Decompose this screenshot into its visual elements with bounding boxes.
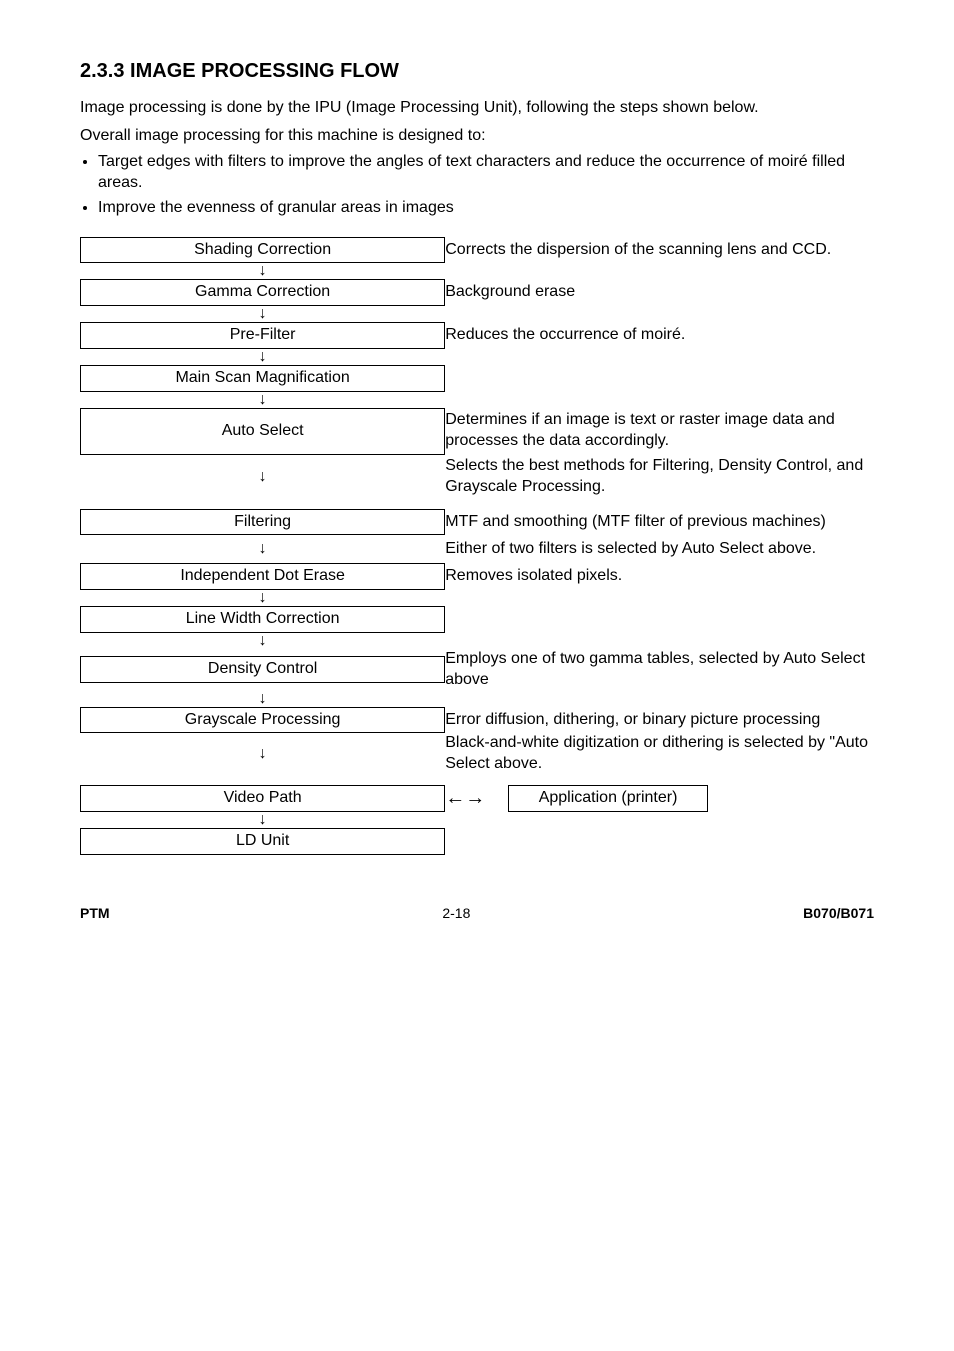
down-arrow-icon: ↓ (80, 263, 445, 279)
down-arrow-icon: ↓ (80, 590, 445, 606)
auto-select-desc: Determines if an image is text or raster… (445, 408, 874, 455)
pre-filter-box: Pre-Filter (80, 322, 445, 349)
gamma-correction-desc: Background erase (445, 279, 874, 306)
intro-paragraph-2: Overall image processing for this machin… (80, 125, 874, 147)
flow-table: Shading Correction Corrects the dispersi… (80, 237, 874, 855)
down-arrow-icon: ↓ (80, 349, 445, 365)
shading-correction-box: Shading Correction (80, 237, 445, 264)
density-control-box: Density Control (80, 656, 445, 683)
filtering-desc: MTF and smoothing (MTF filter of previou… (445, 509, 874, 536)
density-control-desc: Employs one of two gamma tables, selecte… (445, 649, 874, 691)
ld-unit-box: LD Unit (80, 828, 445, 855)
filtering-arrow-desc: Either of two filters is selected by Aut… (445, 535, 874, 563)
auto-select-arrow-desc: Selects the best methods for Filtering, … (445, 455, 874, 499)
down-arrow-icon: ↓ (80, 812, 445, 828)
footer-right: B070/B071 (803, 905, 874, 921)
shading-correction-desc: Corrects the dispersion of the scanning … (445, 237, 874, 264)
intro-paragraph-1: Image processing is done by the IPU (Ima… (80, 97, 874, 119)
bullet-item: Improve the evenness of granular areas i… (98, 198, 874, 219)
down-arrow-icon: ↓ (80, 691, 445, 707)
down-arrow-icon: ↓ (80, 733, 445, 775)
grayscale-processing-box: Grayscale Processing (80, 707, 445, 734)
filtering-box: Filtering (80, 509, 445, 536)
pre-filter-desc: Reduces the occurrence of moiré. (445, 322, 874, 349)
down-arrow-icon: ↓ (80, 633, 445, 649)
line-width-correction-box: Line Width Correction (80, 606, 445, 633)
independent-dot-erase-box: Independent Dot Erase (80, 563, 445, 590)
bullet-list: Target edges with filters to improve the… (80, 152, 874, 218)
grayscale-arrow-desc: Black-and-white digitization or ditherin… (445, 733, 874, 775)
down-arrow-icon: ↓ (80, 306, 445, 322)
independent-dot-erase-desc: Removes isolated pixels. (445, 563, 874, 590)
gamma-correction-box: Gamma Correction (80, 279, 445, 306)
bidirectional-arrow-icon: ←→ (445, 785, 485, 811)
page-footer: PTM 2-18 B070/B071 (80, 905, 874, 921)
bullet-item: Target edges with filters to improve the… (98, 152, 874, 194)
footer-center: 2-18 (442, 905, 470, 921)
down-arrow-icon: ↓ (80, 392, 445, 408)
section-heading: 2.3.3 IMAGE PROCESSING FLOW (80, 60, 874, 83)
down-arrow-icon: ↓ (80, 535, 445, 563)
grayscale-processing-desc: Error diffusion, dithering, or binary pi… (445, 707, 874, 734)
down-arrow-icon: ↓ (80, 455, 445, 499)
main-scan-mag-box: Main Scan Magnification (80, 365, 445, 392)
application-printer-box: Application (printer) (508, 785, 709, 812)
auto-select-box: Auto Select (80, 408, 445, 455)
footer-left: PTM (80, 905, 110, 921)
video-path-box: Video Path (80, 785, 445, 812)
